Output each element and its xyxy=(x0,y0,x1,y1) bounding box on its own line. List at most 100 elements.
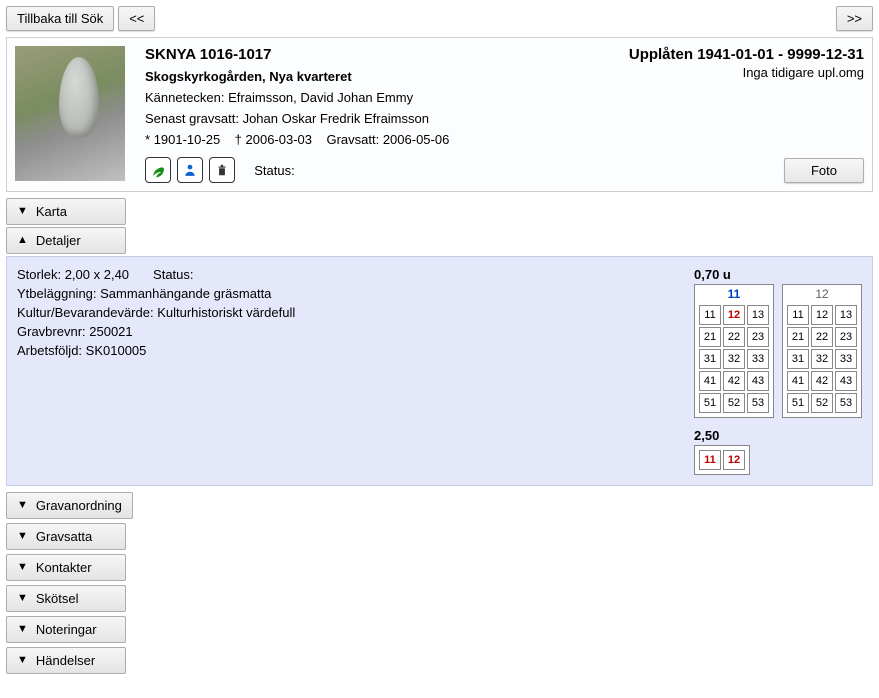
chevron-down-icon: ▼ xyxy=(17,531,28,542)
death-prefix: † xyxy=(235,132,242,147)
grid-cell[interactable]: 11 xyxy=(787,305,809,325)
gravbrev-value: 250021 xyxy=(89,324,132,339)
grave-photo[interactable] xyxy=(15,46,125,181)
accordion-detaljer[interactable]: ▲ Detaljer xyxy=(6,227,126,254)
death-date: 2006-03-03 xyxy=(246,132,313,147)
kultur-line: Kultur/Bevarandevärde: Kulturhistoriskt … xyxy=(17,305,674,320)
kultur-label: Kultur/Bevarandevärde: xyxy=(17,305,154,320)
grid-cell[interactable]: 32 xyxy=(811,349,833,369)
grid-cell[interactable]: 31 xyxy=(699,349,721,369)
previous-text: Inga tidigare upl.omg xyxy=(743,65,864,80)
grid-cell[interactable]: 41 xyxy=(787,371,809,391)
grid-cell[interactable]: 33 xyxy=(835,349,857,369)
grid-a-left: 11 111213212223313233414243515253 xyxy=(694,284,774,418)
senast-line: Senast gravsatt: Johan Oskar Fredrik Efr… xyxy=(145,111,604,126)
arbets-label: Arbetsföljd: xyxy=(17,343,82,358)
lease-info: Upplåten 1941-01-01 - 9999-12-31 Inga ti… xyxy=(624,46,864,183)
grid-cell[interactable]: 12 xyxy=(811,305,833,325)
grid-cell[interactable]: 23 xyxy=(747,327,769,347)
next-button[interactable]: >> xyxy=(836,6,873,31)
gravsatt-date: 2006-05-06 xyxy=(383,132,450,147)
accordion-kontakter[interactable]: ▼ Kontakter xyxy=(6,554,126,581)
foto-button[interactable]: Foto xyxy=(784,158,864,183)
bin-icon[interactable] xyxy=(209,157,235,183)
accordion-skotsel[interactable]: ▼ Skötsel xyxy=(6,585,126,612)
senast-value: Johan Oskar Fredrik Efraimsson xyxy=(243,111,429,126)
grid-cell[interactable]: 42 xyxy=(723,371,745,391)
accordion-gravanordning[interactable]: ▼ Gravanordning xyxy=(6,492,133,519)
grid-a-left-header: 11 xyxy=(697,287,771,301)
grave-summary-card: SKNYA 1016-1017 Skogskyrkogården, Nya kv… xyxy=(6,37,873,192)
grid-cell[interactable]: 12 xyxy=(723,305,745,325)
grid-cell[interactable]: 31 xyxy=(787,349,809,369)
ytbelaggning-line: Ytbeläggning: Sammanhängande gräsmatta xyxy=(17,286,674,301)
accordion-label: Noteringar xyxy=(36,622,97,637)
grid-cell[interactable]: 11 xyxy=(699,305,721,325)
person-icon[interactable] xyxy=(177,157,203,183)
grid-cell[interactable]: 32 xyxy=(723,349,745,369)
prev-button[interactable]: << xyxy=(118,6,155,31)
grid-cell[interactable]: 43 xyxy=(747,371,769,391)
lease-label: Upplåten xyxy=(629,46,693,63)
leaf-icon[interactable] xyxy=(145,157,171,183)
top-toolbar: Tillbaka till Sök << >> xyxy=(6,6,873,31)
grid-cell[interactable]: 53 xyxy=(747,393,769,413)
grid-cell[interactable]: 11 xyxy=(699,450,721,470)
grid-cell[interactable]: 42 xyxy=(811,371,833,391)
grid-cell[interactable]: 21 xyxy=(699,327,721,347)
grid-cell[interactable]: 22 xyxy=(811,327,833,347)
birth-prefix: * xyxy=(145,132,150,147)
kannetecken-value: Efraimsson, David Johan Emmy xyxy=(228,90,413,105)
accordion-label: Karta xyxy=(36,204,67,219)
chevron-down-icon: ▼ xyxy=(17,593,28,604)
bottom-accordions: ▼ Gravanordning ▼ Gravsatta ▼ Kontakter … xyxy=(6,492,873,676)
storlek-line: Storlek: 2,00 x 2,40 xyxy=(17,267,129,282)
storlek-value: 2,00 x 2,40 xyxy=(65,267,129,282)
chevron-down-icon: ▼ xyxy=(17,206,28,217)
grid-cell[interactable]: 51 xyxy=(699,393,721,413)
accordion-handelser[interactable]: ▼ Händelser xyxy=(6,647,126,674)
chevron-down-icon: ▼ xyxy=(17,655,28,666)
chevron-down-icon: ▼ xyxy=(17,500,28,511)
kultur-value: Kulturhistoriskt värdefull xyxy=(157,305,295,320)
chevron-down-icon: ▼ xyxy=(17,624,28,635)
details-left: Storlek: 2,00 x 2,40 Status: Ytbeläggnin… xyxy=(17,267,674,475)
grid-cell[interactable]: 53 xyxy=(835,393,857,413)
grid-cell[interactable]: 23 xyxy=(835,327,857,347)
grid-block-a: 0,70 u 11 111213212223313233414243515253… xyxy=(694,267,862,418)
grid-block-b: 2,50 1112 xyxy=(694,428,750,475)
grave-info: SKNYA 1016-1017 Skogskyrkogården, Nya kv… xyxy=(145,46,604,183)
grid-cell[interactable]: 21 xyxy=(787,327,809,347)
grid-cell[interactable]: 52 xyxy=(723,393,745,413)
accordion-karta[interactable]: ▼ Karta xyxy=(6,198,126,225)
accordion-gravsatta[interactable]: ▼ Gravsatta xyxy=(6,523,126,550)
status-label: Status: xyxy=(254,163,294,178)
grid-a-right-header: 12 xyxy=(785,287,859,301)
grid-cell[interactable]: 13 xyxy=(747,305,769,325)
gravbrev-label: Gravbrevnr: xyxy=(17,324,86,339)
ytbelaggning-label: Ytbeläggning: xyxy=(17,286,97,301)
kannetecken-label: Kännetecken: xyxy=(145,90,225,105)
details-right: 0,70 u 11 111213212223313233414243515253… xyxy=(694,267,862,475)
ytbelaggning-value: Sammanhängande gräsmatta xyxy=(100,286,271,301)
grid-a-right: 12 111213212223313233414243515253 xyxy=(782,284,862,418)
accordion-noteringar[interactable]: ▼ Noteringar xyxy=(6,616,126,643)
lease-line: Upplåten 1941-01-01 - 9999-12-31 xyxy=(629,46,864,63)
storlek-label: Storlek: xyxy=(17,267,61,282)
grave-code: SKNYA 1016-1017 xyxy=(145,46,604,63)
grid-cell[interactable]: 52 xyxy=(811,393,833,413)
grid-a-label: 0,70 u xyxy=(694,267,862,282)
grave-location: Skogskyrkogården, Nya kvarteret xyxy=(145,69,604,84)
accordion-label: Kontakter xyxy=(36,560,92,575)
grid-cell[interactable]: 51 xyxy=(787,393,809,413)
grid-cell[interactable]: 33 xyxy=(747,349,769,369)
grid-cell[interactable]: 12 xyxy=(723,450,745,470)
grid-cell[interactable]: 22 xyxy=(723,327,745,347)
grid-cell[interactable]: 13 xyxy=(835,305,857,325)
accordion-label: Gravanordning xyxy=(36,498,122,513)
grid-cell[interactable]: 43 xyxy=(835,371,857,391)
back-button[interactable]: Tillbaka till Sök xyxy=(6,6,114,31)
grid-b: 1112 xyxy=(694,445,750,475)
arbets-value: SK010005 xyxy=(86,343,147,358)
grid-cell[interactable]: 41 xyxy=(699,371,721,391)
